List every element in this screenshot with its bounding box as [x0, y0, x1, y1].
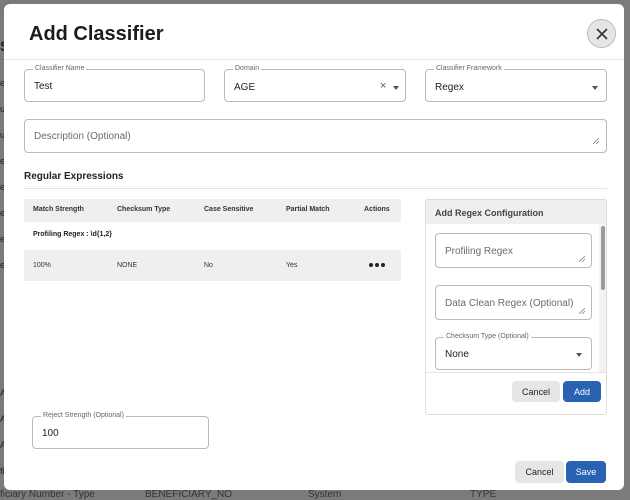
resize-handle-icon[interactable]: [593, 138, 599, 144]
case-sensitive-cell: No: [204, 262, 213, 269]
reject-strength-label: Reject Strength (Optional): [41, 411, 126, 421]
checksum-type-label: Checksum Type (Optional): [444, 332, 531, 342]
column-header: Partial Match: [286, 206, 330, 213]
classifier-name-field[interactable]: Classifier Name Test: [24, 69, 205, 102]
profiling-regex-placeholder: Profiling Regex: [445, 246, 513, 257]
chevron-down-icon: [393, 86, 399, 90]
cancel-button[interactable]: Cancel: [515, 461, 564, 483]
bg-cell: System: [308, 489, 341, 500]
config-cancel-button[interactable]: Cancel: [512, 381, 560, 402]
reject-strength-field[interactable]: Reject Strength (Optional) 100: [32, 416, 209, 449]
regex-group-row: Profiling Regex : \d{1,2}: [24, 222, 401, 250]
config-panel-header: Add Regex Configuration: [426, 200, 606, 224]
close-button[interactable]: [587, 19, 616, 48]
table-header: Match Strength Checksum Type Case Sensit…: [24, 199, 401, 222]
config-divider: [426, 372, 606, 373]
column-header: Case Sensitive: [204, 206, 253, 213]
profiling-regex-label: Profiling Regex : \d{1,2}: [33, 231, 112, 238]
column-header: Actions: [364, 206, 390, 213]
profiling-regex-field[interactable]: Profiling Regex: [435, 233, 592, 268]
classifier-name-label: Classifier Name: [33, 64, 86, 74]
bg-table-row: ficiary Number - Type BENEFICIARY_NO Sys…: [0, 489, 630, 500]
data-clean-regex-placeholder: Data Clean Regex (Optional): [445, 298, 573, 309]
description-placeholder: Description (Optional): [34, 131, 131, 142]
section-divider: [24, 188, 607, 189]
clear-icon[interactable]: ×: [380, 81, 386, 92]
config-scrollbar-thumb[interactable]: [601, 226, 605, 290]
reject-strength-value: 100: [42, 428, 59, 439]
resize-handle-icon[interactable]: [579, 308, 585, 314]
header-divider: [4, 59, 624, 60]
checksum-type-select[interactable]: Checksum Type (Optional) None: [435, 337, 592, 370]
section-title: Regular Expressions: [24, 171, 123, 182]
partial-match-cell: Yes: [286, 262, 297, 269]
more-horizontal-icon[interactable]: [369, 259, 385, 271]
classifier-framework-select[interactable]: Classifier Framework Regex: [425, 69, 607, 102]
data-clean-regex-field[interactable]: Data Clean Regex (Optional): [435, 285, 592, 320]
checksum-type-value: None: [445, 349, 469, 360]
classifier-name-value: Test: [34, 81, 52, 92]
save-button[interactable]: Save: [566, 461, 606, 483]
domain-value: AGE: [234, 82, 255, 93]
add-classifier-dialog: Add Classifier Classifier Name Test Doma…: [4, 4, 624, 490]
chevron-down-icon: [592, 86, 598, 90]
classifier-framework-label: Classifier Framework: [434, 64, 504, 74]
config-panel-title: Add Regex Configuration: [435, 208, 544, 218]
match-strength-cell: 100%: [33, 262, 51, 269]
table-row: 100% NONE No Yes: [24, 250, 401, 281]
column-header: Checksum Type: [117, 206, 170, 213]
close-icon: [596, 28, 608, 40]
bg-cell: BENEFICIARY_NO: [145, 489, 232, 500]
dialog-title: Add Classifier: [29, 23, 163, 46]
description-field[interactable]: Description (Optional): [24, 119, 607, 153]
column-header: Match Strength: [33, 206, 84, 213]
classifier-framework-value: Regex: [435, 82, 464, 93]
add-button[interactable]: Add: [563, 381, 601, 402]
regex-config-panel: Add Regex Configuration Profiling Regex …: [425, 199, 607, 415]
chevron-down-icon: [576, 353, 582, 357]
bg-cell: ficiary Number - Type: [0, 489, 95, 500]
bg-cell: TYPE: [470, 489, 496, 500]
domain-label: Domain: [233, 64, 261, 74]
resize-handle-icon[interactable]: [579, 256, 585, 262]
domain-select[interactable]: Domain AGE ×: [224, 69, 406, 102]
checksum-type-cell: NONE: [117, 262, 137, 269]
